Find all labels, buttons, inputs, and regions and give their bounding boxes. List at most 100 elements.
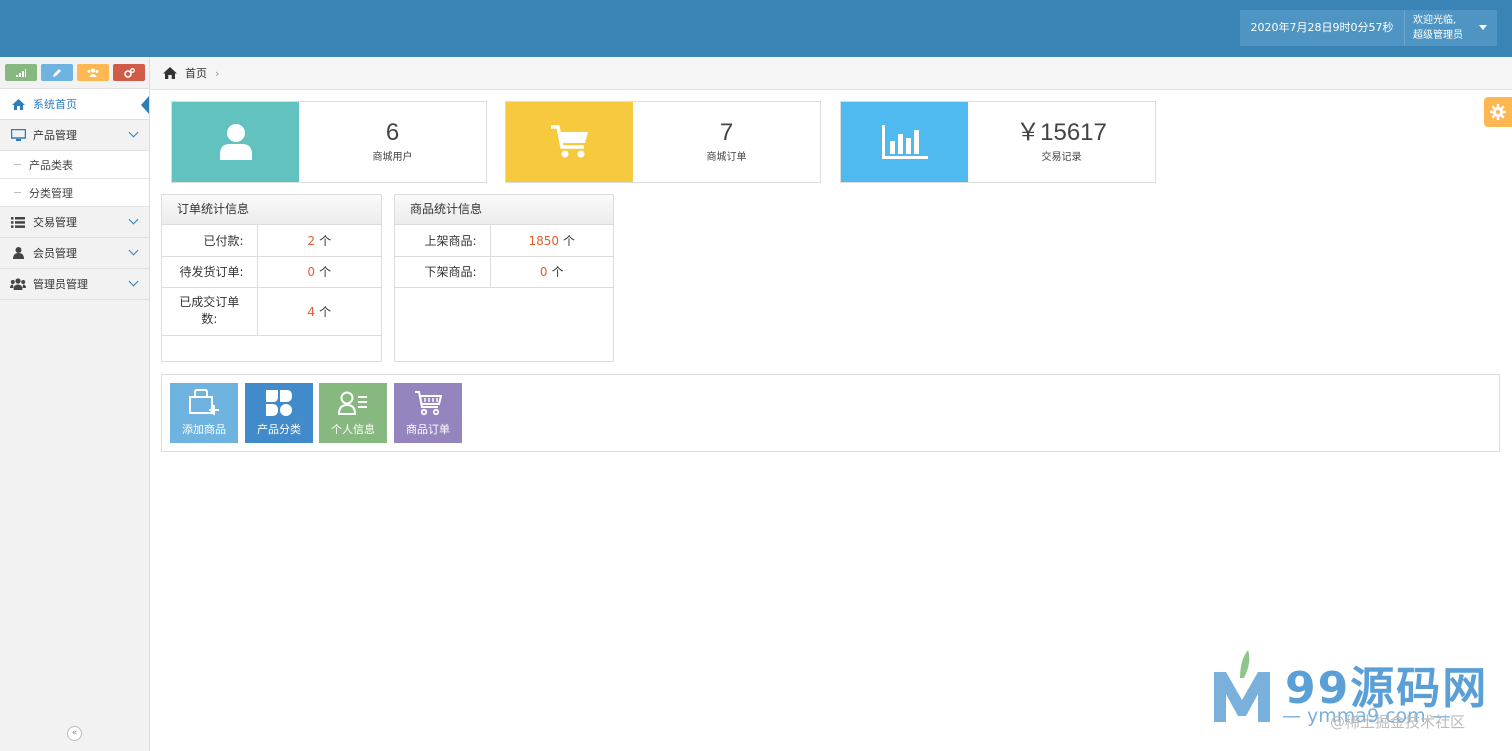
personal-info-button[interactable]: 个人信息 [319, 383, 387, 443]
card-label: 商城订单 [706, 152, 747, 163]
profile-icon [338, 391, 367, 415]
shortcut-signal-button[interactable] [5, 64, 37, 81]
active-indicator [141, 96, 149, 114]
sidebar-item-admins[interactable]: 管理员管理 [0, 269, 149, 300]
sidebar-collapse-button[interactable]: « [67, 726, 82, 741]
card-label: 交易记录 [1041, 152, 1082, 163]
quick-button-label: 添加商品 [182, 423, 226, 436]
sidebar-item-label: 交易管理 [33, 216, 77, 229]
shortcut-pencil-button[interactable] [41, 64, 73, 81]
gear-icon [1490, 104, 1506, 120]
sidebar-item-label: 会员管理 [33, 247, 77, 260]
panel-title: 商品统计信息 [395, 195, 613, 225]
sidebar-item-home[interactable]: 系统首页 [0, 89, 149, 120]
caret-down-icon [1479, 25, 1487, 30]
row-value-cell: 0个 [257, 256, 381, 288]
stat-card-orders[interactable]: 7 商城订单 [505, 101, 821, 183]
user-icon [10, 246, 26, 260]
user-icon [219, 124, 252, 160]
card-icon-box [841, 102, 968, 182]
user-menu-toggle[interactable]: 欢迎光临, 超级管理员 [1404, 10, 1497, 46]
row-unit: 个 [319, 304, 332, 319]
row-value: 0 [307, 265, 316, 279]
chevron-down-icon [128, 214, 139, 225]
card-value: 7 [719, 119, 734, 146]
watermark-logo [1214, 650, 1270, 722]
bag-add-icon [189, 389, 219, 415]
chevron-down-icon [128, 245, 139, 256]
signal-icon [16, 68, 26, 77]
cogs-icon [123, 67, 135, 78]
sidebar-item-transactions[interactable]: 交易管理 [0, 207, 149, 238]
sidebar-subitem-product-list[interactable]: 产品类表 [0, 151, 149, 179]
quick-button-label: 商品订单 [406, 423, 450, 436]
cart-icon [550, 125, 588, 158]
cart-icon [415, 391, 442, 416]
settings-toggle-button[interactable] [1484, 97, 1512, 127]
desktop-icon [10, 128, 26, 142]
home-icon [163, 67, 177, 79]
chevron-down-icon [128, 127, 139, 138]
order-stats-panel: 订单统计信息 已付款: 2个 待发货订单: 0个 已成交订单数: 4个 [161, 194, 382, 362]
card-label: 商城用户 [372, 152, 413, 163]
product-category-button[interactable]: 产品分类 [245, 383, 313, 443]
clover-icon [266, 390, 292, 416]
shortcut-cogs-button[interactable] [113, 64, 145, 81]
add-product-button[interactable]: 添加商品 [170, 383, 238, 443]
row-unit: 个 [551, 265, 564, 279]
home-icon [10, 97, 26, 111]
row-key: 已成交订单数: [162, 287, 258, 336]
product-orders-button[interactable]: 商品订单 [394, 383, 462, 443]
table-row: 已成交订单数: 4个 [162, 287, 381, 336]
users-icon [87, 68, 99, 77]
group-icon [10, 277, 26, 291]
row-value: 0 [539, 265, 548, 279]
quick-actions-panel: 添加商品 产品分类 个人信息 商品订单 [161, 374, 1500, 452]
sidebar-item-label: 产品管理 [33, 129, 77, 142]
table-row: 下架商品: 0个 [395, 256, 613, 288]
row-value: 2 [307, 233, 316, 248]
sidebar-item-label: 管理员管理 [33, 278, 88, 291]
chevron-down-icon [128, 276, 139, 287]
stat-card-transactions[interactable]: ￥15617 交易记录 [840, 101, 1156, 183]
watermark-community: @稀土掘金技术社区 [1330, 713, 1466, 731]
row-value-cell: 1850 个 [490, 225, 613, 257]
card-value: ￥15617 [1016, 119, 1107, 146]
sidebar-item-products[interactable]: 产品管理 [0, 120, 149, 151]
quick-button-label: 产品分类 [257, 423, 301, 436]
row-key: 待发货订单: [162, 256, 258, 288]
sidebar-item-label: 系统首页 [33, 98, 77, 111]
row-key: 上架商品: [395, 225, 491, 257]
row-unit: 个 [319, 233, 332, 248]
row-value-cell: 4个 [257, 287, 381, 336]
sidebar-shortcuts [0, 57, 149, 89]
sidebar-item-members[interactable]: 会员管理 [0, 238, 149, 269]
breadcrumb-home-link[interactable]: 首页 [185, 65, 207, 81]
sidebar-subitem-category[interactable]: 分类管理 [0, 179, 149, 207]
stat-card-users[interactable]: 6 商城用户 [171, 101, 487, 183]
row-unit: 个 [563, 233, 576, 248]
product-stats-table: 上架商品: 1850 个 下架商品: 0个 [395, 225, 613, 288]
breadcrumb: 首页 › [150, 57, 1512, 90]
sidebar: 系统首页 产品管理 产品类表 分类管理 交易管理 会员管理 管理员管理 « [0, 57, 150, 751]
row-unit: 个 [319, 265, 332, 279]
panel-title: 订单统计信息 [162, 195, 381, 225]
quick-button-label: 个人信息 [331, 423, 375, 436]
order-stats-table: 已付款: 2个 待发货订单: 0个 已成交订单数: 4个 [162, 225, 381, 336]
row-key: 已付款: [162, 225, 258, 257]
table-row: 已付款: 2个 [162, 225, 381, 257]
card-icon-box [172, 102, 299, 182]
row-value-cell: 2个 [257, 225, 381, 257]
product-stats-panel: 商品统计信息 上架商品: 1850 个 下架商品: 0个 [394, 194, 614, 362]
row-value-cell: 0个 [490, 256, 613, 288]
pencil-icon [53, 68, 61, 77]
datetime-display: 2020年7月28日9时0分57秒 [1240, 10, 1404, 46]
breadcrumb-separator: › [215, 66, 220, 80]
bar-chart-icon [881, 125, 928, 159]
card-value: 6 [385, 119, 400, 146]
row-key: 下架商品: [395, 256, 491, 288]
table-row: 待发货订单: 0个 [162, 256, 381, 288]
shortcut-users-button[interactable] [77, 64, 109, 81]
user-role: 超级管理员 [1413, 30, 1463, 41]
row-value: 1850 [528, 233, 560, 248]
